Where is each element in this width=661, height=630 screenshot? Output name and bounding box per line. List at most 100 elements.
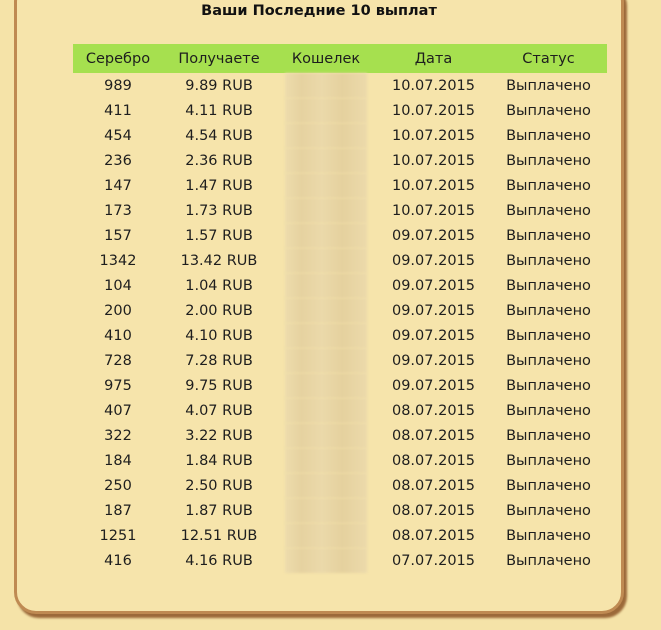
wallet-redacted-blur [285, 73, 367, 98]
cell-wallet-redacted [275, 373, 377, 398]
cell-silver: 200 [104, 302, 132, 319]
cell-status: Выплачено [506, 427, 591, 444]
cell-date: 08.07.2015 [391, 402, 476, 419]
cell-silver: 236 [104, 152, 132, 169]
cell-receive: 4.07 RUB [185, 402, 253, 419]
table-header-row: Серебро Получаете Кошелек Дата Статус [73, 44, 607, 73]
cell-receive: 2.00 RUB [185, 302, 253, 319]
cell-status: Выплачено [506, 502, 591, 519]
table-row: 407 4.07 RUB 08.07.2015 Выплачено [73, 398, 607, 423]
cell-receive: 7.28 RUB [185, 352, 253, 369]
cell-status: Выплачено [506, 402, 591, 419]
cell-receive: 4.11 RUB [185, 102, 253, 119]
cell-status: Выплачено [506, 327, 591, 344]
cell-date: 09.07.2015 [391, 227, 476, 244]
cell-wallet-redacted [275, 398, 377, 423]
table-body: 989 9.89 RUB 10.07.2015 Выплачено 411 4.11 RU… [73, 73, 607, 573]
cell-silver: 187 [104, 502, 132, 519]
wallet-redacted-blur [285, 223, 367, 248]
cell-receive: 9.89 RUB [185, 77, 253, 94]
table-row: 411 4.11 RUB 10.07.2015 Выплачено [73, 98, 607, 123]
cell-date: 09.07.2015 [391, 377, 476, 394]
table-row: 1342 13.42 RUB 09.07.2015 Выплачено [73, 248, 607, 273]
cell-silver: 728 [104, 352, 132, 369]
cell-wallet-redacted [275, 423, 377, 448]
cell-date: 08.07.2015 [391, 477, 476, 494]
column-header-date: Дата [377, 44, 490, 73]
table-row: 187 1.87 RUB 08.07.2015 Выплачено [73, 498, 607, 523]
cell-date: 08.07.2015 [391, 452, 476, 469]
cell-wallet-redacted [275, 123, 377, 148]
cell-silver: 411 [104, 102, 132, 119]
cell-status: Выплачено [506, 102, 591, 119]
cell-wallet-redacted [275, 298, 377, 323]
table-row: 184 1.84 RUB 08.07.2015 Выплачено [73, 448, 607, 473]
table-row: 416 4.16 RUB 07.07.2015 Выплачено [73, 548, 607, 573]
table-row: 104 1.04 RUB 09.07.2015 Выплачено [73, 273, 607, 298]
wallet-redacted-blur [285, 248, 367, 273]
cell-date: 09.07.2015 [391, 327, 476, 344]
cell-receive: 1.04 RUB [185, 277, 253, 294]
cell-wallet-redacted [275, 223, 377, 248]
wallet-redacted-blur [285, 373, 367, 398]
wallet-redacted-blur [285, 273, 367, 298]
wallet-redacted-blur [285, 548, 367, 573]
cell-date: 10.07.2015 [391, 152, 476, 169]
wallet-redacted-blur [285, 498, 367, 523]
cell-receive: 1.73 RUB [185, 202, 253, 219]
cell-wallet-redacted [275, 548, 377, 573]
wallet-redacted-blur [285, 423, 367, 448]
cell-receive: 2.36 RUB [185, 152, 253, 169]
cell-status: Выплачено [506, 77, 591, 94]
cell-wallet-redacted [275, 198, 377, 223]
cell-date: 10.07.2015 [391, 177, 476, 194]
cell-receive: 9.75 RUB [185, 377, 253, 394]
cell-status: Выплачено [506, 127, 591, 144]
cell-status: Выплачено [506, 477, 591, 494]
table-row: 728 7.28 RUB 09.07.2015 Выплачено [73, 348, 607, 373]
cell-silver: 173 [104, 202, 132, 219]
cell-wallet-redacted [275, 248, 377, 273]
wallet-redacted-blur [285, 98, 367, 123]
cell-silver: 104 [104, 277, 132, 294]
payouts-table: Серебро Получаете Кошелек Дата Статус 98… [73, 44, 607, 573]
cell-silver: 416 [104, 552, 132, 569]
cell-receive: 1.47 RUB [185, 177, 253, 194]
cell-silver: 454 [104, 127, 132, 144]
cell-wallet-redacted [275, 523, 377, 548]
cell-status: Выплачено [506, 352, 591, 369]
cell-status: Выплачено [506, 552, 591, 569]
cell-date: 09.07.2015 [391, 302, 476, 319]
wallet-redacted-blur [285, 473, 367, 498]
cell-silver: 989 [104, 77, 132, 94]
cell-status: Выплачено [506, 177, 591, 194]
cell-status: Выплачено [506, 452, 591, 469]
wallet-redacted-blur [285, 398, 367, 423]
cell-receive: 3.22 RUB [185, 427, 253, 444]
cell-silver: 184 [104, 452, 132, 469]
cell-wallet-redacted [275, 498, 377, 523]
cell-date: 07.07.2015 [391, 552, 476, 569]
wallet-redacted-blur [285, 323, 367, 348]
table-row: 236 2.36 RUB 10.07.2015 Выплачено [73, 148, 607, 173]
cell-status: Выплачено [506, 377, 591, 394]
column-header-receive: Получаете [163, 44, 275, 73]
cell-date: 09.07.2015 [391, 352, 476, 369]
cell-wallet-redacted [275, 173, 377, 198]
cell-silver: 147 [104, 177, 132, 194]
cell-silver: 407 [104, 402, 132, 419]
cell-date: 10.07.2015 [391, 102, 476, 119]
cell-wallet-redacted [275, 323, 377, 348]
wallet-redacted-blur [285, 198, 367, 223]
table-row: 200 2.00 RUB 09.07.2015 Выплачено [73, 298, 607, 323]
wallet-redacted-blur [285, 448, 367, 473]
table-row: 989 9.89 RUB 10.07.2015 Выплачено [73, 73, 607, 98]
column-header-status: Статус [490, 44, 607, 73]
cell-receive: 1.87 RUB [185, 502, 253, 519]
payouts-panel: Ваши Последние 10 выплат Серебро Получае… [14, 0, 624, 614]
cell-date: 08.07.2015 [391, 527, 476, 544]
cell-wallet-redacted [275, 448, 377, 473]
cell-silver: 322 [104, 427, 132, 444]
cell-date: 10.07.2015 [391, 77, 476, 94]
wallet-redacted-blur [285, 523, 367, 548]
